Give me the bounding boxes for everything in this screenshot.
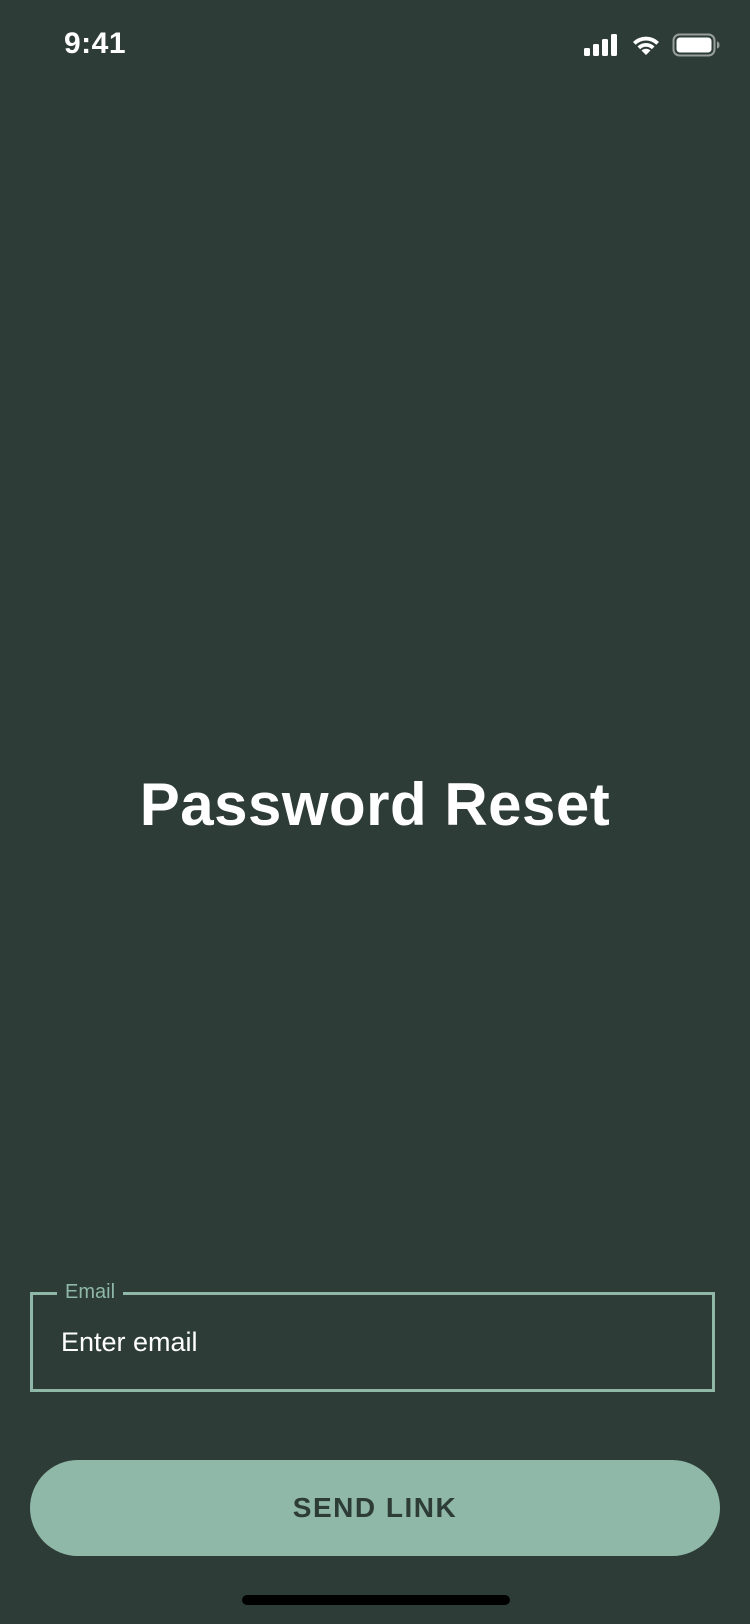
battery-icon — [672, 33, 720, 57]
send-link-button[interactable]: SEND LINK — [30, 1460, 720, 1556]
status-time: 9:41 — [64, 27, 127, 60]
email-field[interactable]: Email — [30, 1281, 715, 1392]
home-indicator — [242, 1595, 510, 1605]
wifi-icon — [633, 36, 659, 55]
signal-icon — [584, 34, 617, 56]
email-input[interactable] — [61, 1317, 681, 1367]
status-bar: 9:41 — [0, 0, 750, 90]
status-icons — [584, 33, 720, 57]
email-label: Email — [57, 1281, 124, 1303]
page-title: Password Reset — [139, 771, 611, 838]
